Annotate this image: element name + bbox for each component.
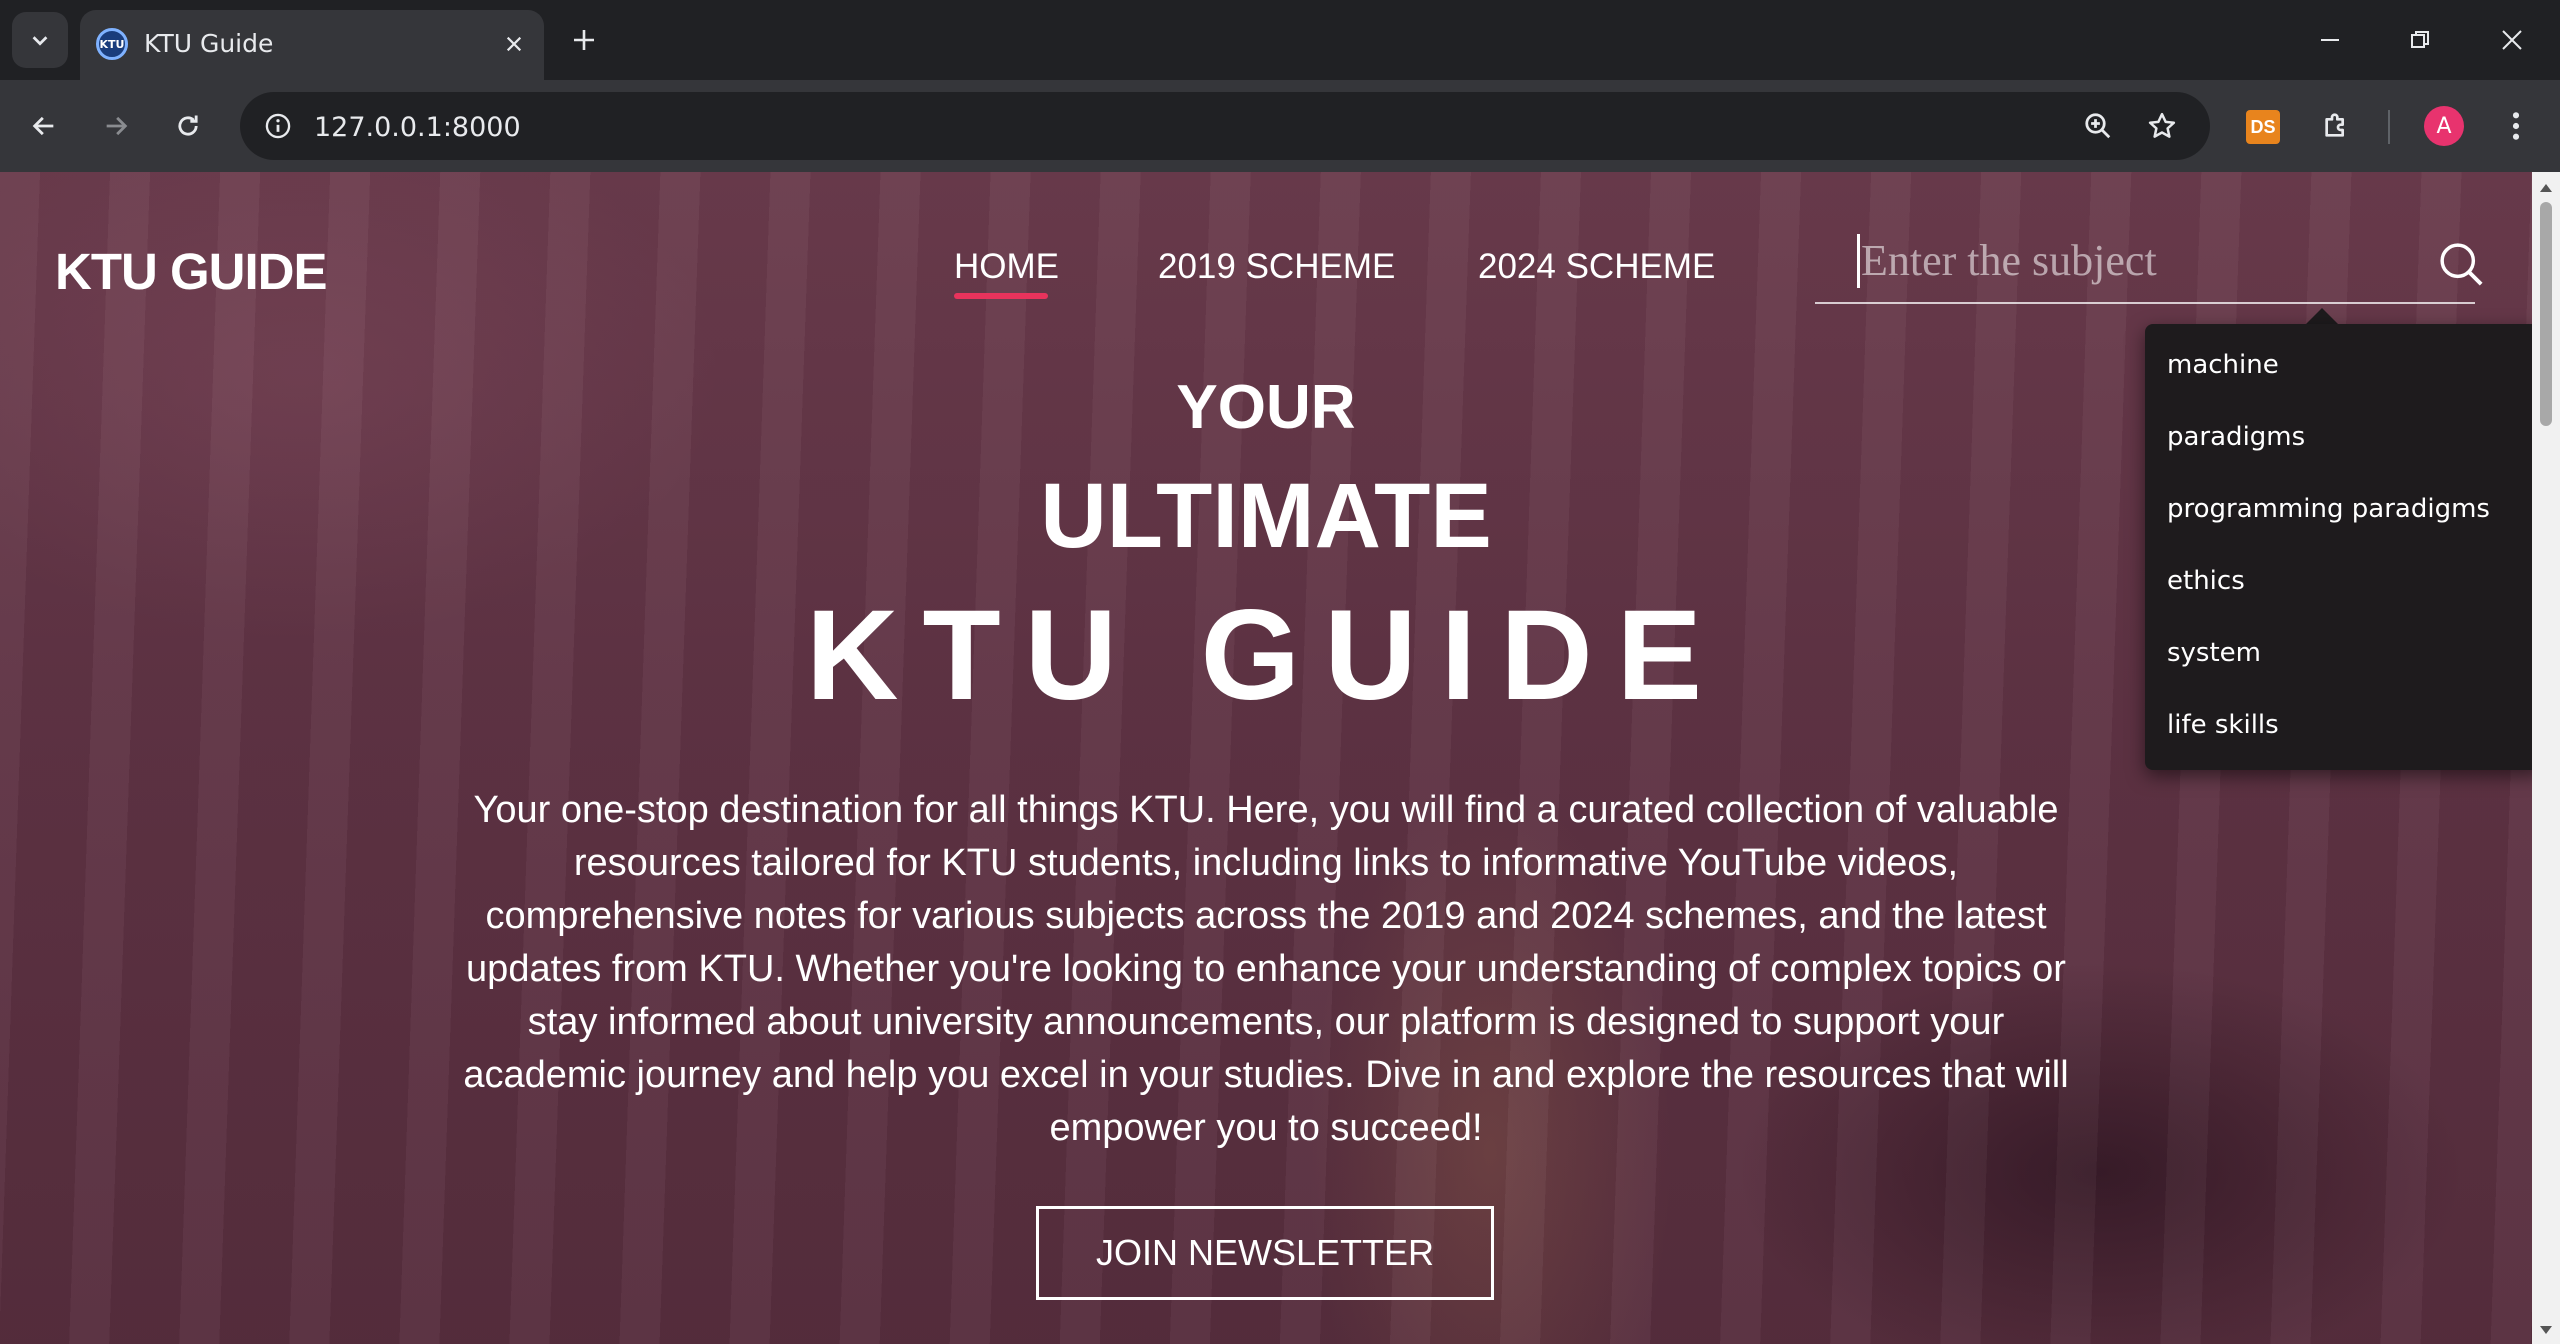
search-button[interactable] (2435, 238, 2487, 290)
restore-button[interactable] (2390, 14, 2450, 66)
info-icon (265, 113, 291, 139)
arrow-left-icon (32, 116, 54, 136)
close-icon (2502, 30, 2522, 50)
nav-home[interactable]: HOME (954, 247, 1059, 287)
tab-title: KTU Guide (144, 29, 274, 58)
hero-line-ultimate: ULTIMATE (1040, 465, 1492, 567)
join-newsletter-button[interactable]: JOIN NEWSLETTER (1036, 1206, 1494, 1300)
page-scrollbar[interactable] (2532, 172, 2560, 1344)
extension-ds-icon[interactable]: DS (2246, 110, 2280, 144)
more-vert-icon (2512, 112, 2520, 140)
tab-close-button[interactable] (496, 26, 532, 62)
reload-icon (178, 115, 198, 136)
browser-toolbar: 127.0.0.1:8000 (0, 80, 2560, 172)
extensions-button[interactable] (2314, 104, 2358, 148)
tab-search-button[interactable] (12, 12, 68, 68)
nav-active-indicator (954, 293, 1048, 299)
favicon-icon: KTU (96, 28, 128, 60)
nav-2019-scheme[interactable]: 2019 SCHEME (1158, 247, 1395, 287)
back-button[interactable] (22, 104, 66, 148)
puzzle-icon (2325, 113, 2344, 137)
arrow-right-icon (106, 116, 128, 136)
search-icon (2440, 243, 2483, 286)
profile-avatar[interactable]: A (2424, 106, 2464, 146)
text-caret (1857, 234, 1860, 288)
subject-search-input[interactable] (1859, 230, 2419, 290)
minimize-button[interactable] (2300, 14, 2360, 66)
address-bar[interactable]: 127.0.0.1:8000 (240, 92, 2210, 160)
scroll-thumb[interactable] (2540, 202, 2552, 426)
forward-button[interactable] (94, 104, 138, 148)
hero-line-your: YOUR (1176, 373, 1356, 442)
restore-icon (2411, 31, 2429, 48)
menu-button[interactable] (2494, 104, 2538, 148)
bookmark-button[interactable] (2140, 104, 2184, 148)
close-icon (506, 36, 522, 52)
site-info-button[interactable] (256, 104, 300, 148)
new-tab-button[interactable] (564, 20, 604, 60)
star-icon (2148, 112, 2176, 138)
reload-button[interactable] (166, 104, 210, 148)
tab-strip: KTU KTU Guide (0, 0, 2560, 80)
hero-description: Your one-stop destination for all things… (463, 789, 2069, 1149)
browser-tab[interactable]: KTU KTU Guide (80, 10, 544, 80)
toolbar-divider (2388, 110, 2390, 144)
plus-icon (574, 30, 594, 50)
page-viewport: KTU GUIDE HOME 2019 SCHEME 2024 SCHEME m… (0, 172, 2532, 1344)
zoom-button[interactable] (2076, 104, 2120, 148)
subject-search (1815, 224, 2483, 304)
url-text[interactable]: 127.0.0.1:8000 (314, 112, 521, 143)
hero-title: KTU GUIDE (806, 584, 1726, 727)
zoom-in-icon (2085, 113, 2111, 139)
chevron-down-icon (32, 36, 48, 46)
site-logo[interactable]: KTU GUIDE (55, 242, 327, 301)
scroll-up-icon[interactable] (2538, 180, 2554, 196)
scroll-down-icon[interactable] (2538, 1322, 2554, 1338)
close-window-button[interactable] (2482, 14, 2542, 66)
nav-2024-scheme[interactable]: 2024 SCHEME (1478, 247, 1715, 287)
minimize-icon (2321, 39, 2339, 41)
